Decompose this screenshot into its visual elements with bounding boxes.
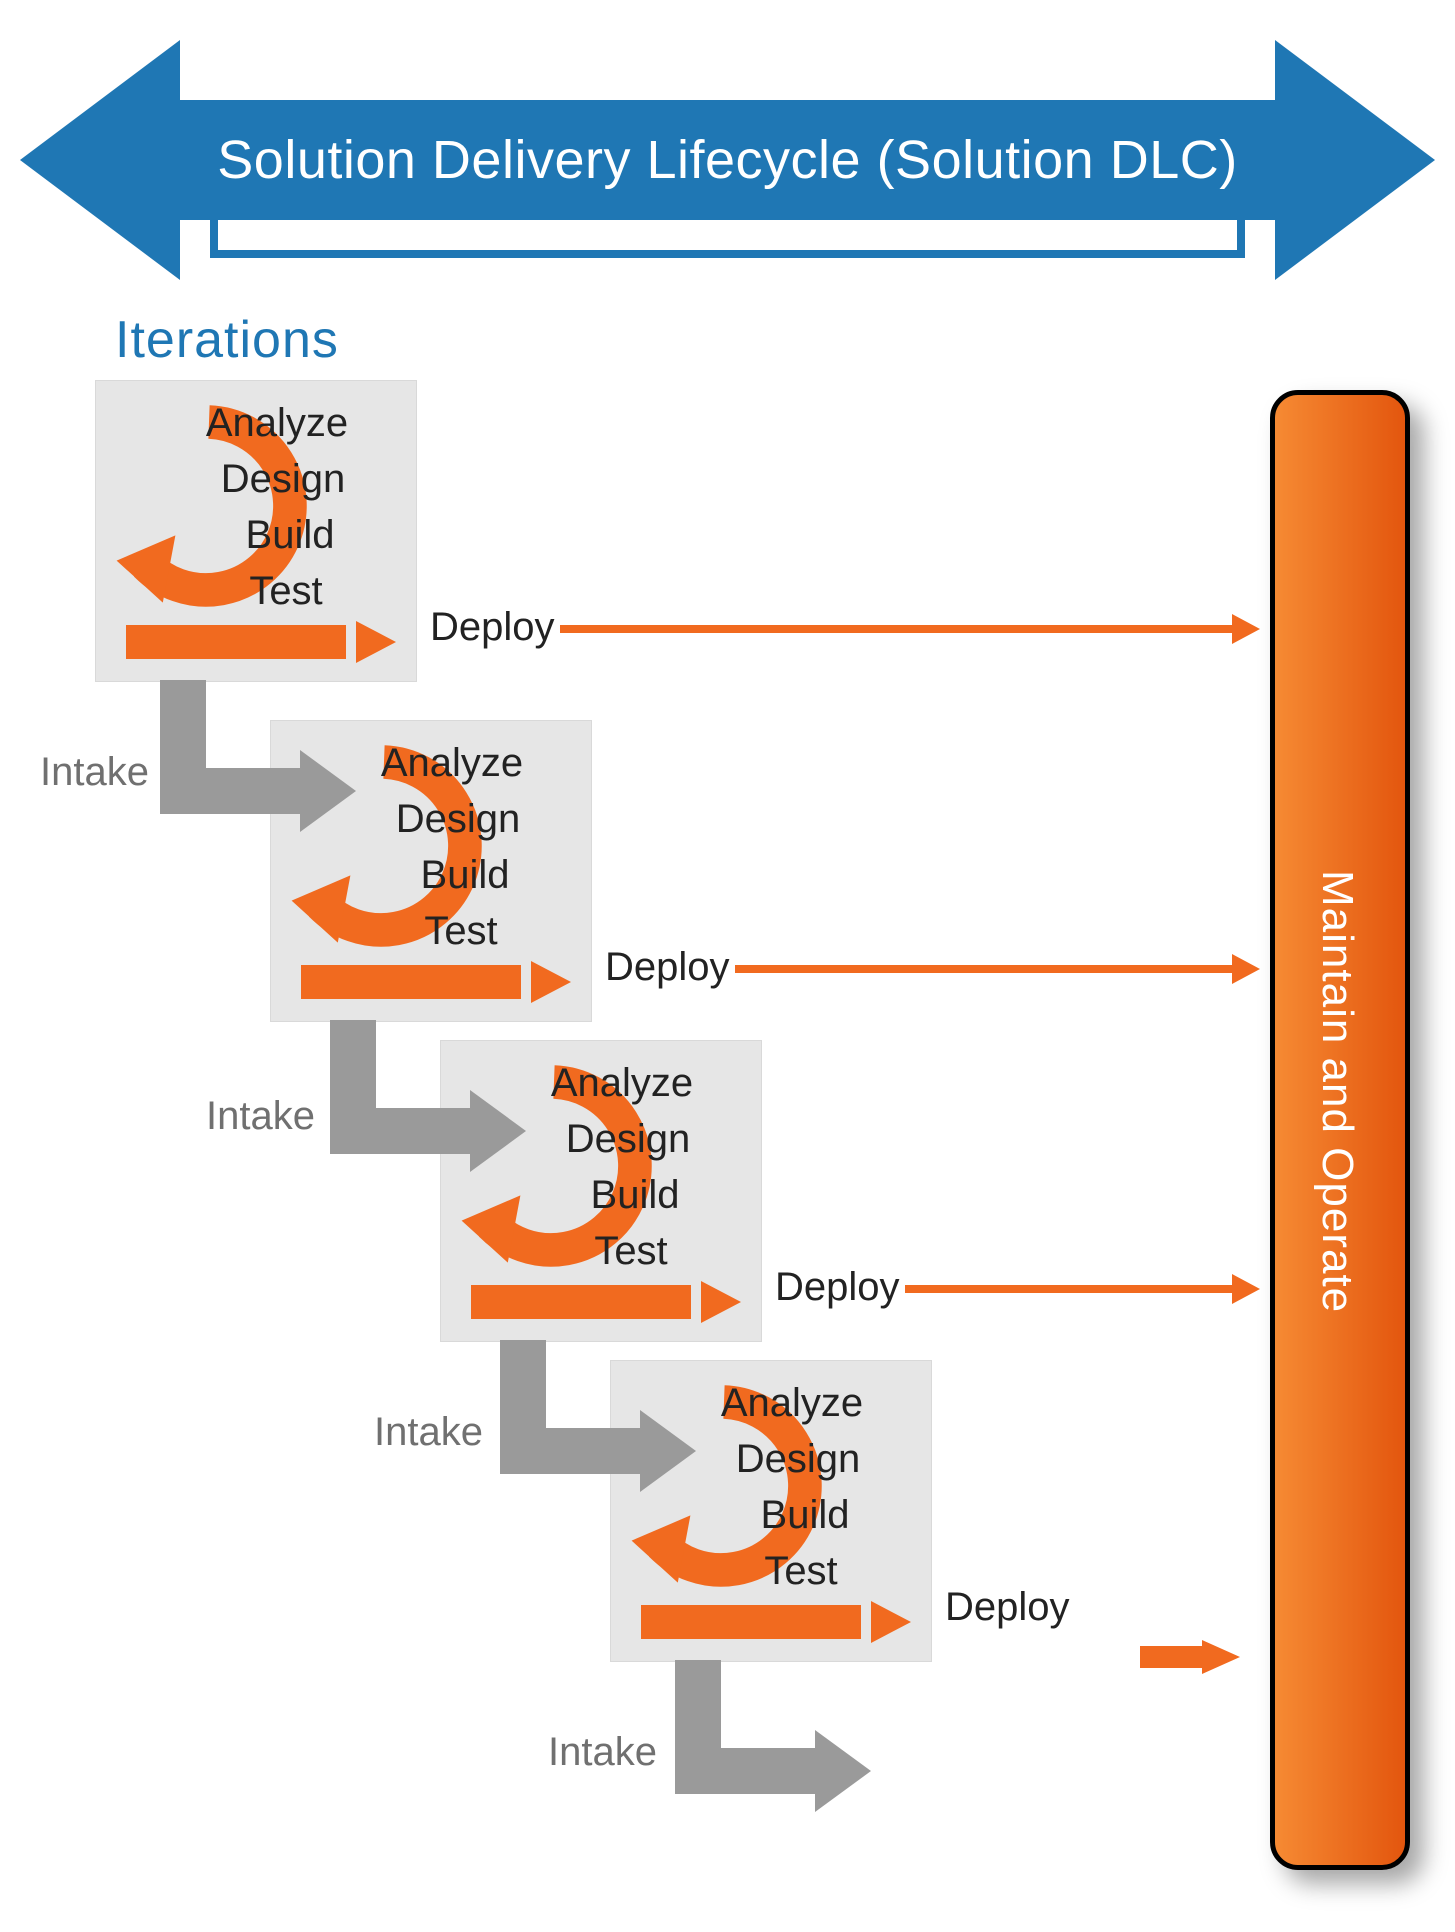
- step-analyze: Analyze: [693, 1375, 891, 1431]
- iteration-steps: Analyze Design Build Test: [711, 1375, 891, 1599]
- iteration-card: Analyze Design Build Test: [95, 380, 417, 682]
- step-build: Build: [204, 507, 376, 563]
- intake-label: Intake: [40, 750, 149, 795]
- intake-arrow-icon: [675, 1660, 875, 1830]
- iterations-heading: Iterations: [115, 310, 339, 370]
- intake-arrow-icon: [500, 1340, 700, 1510]
- intake-label: Intake: [206, 1094, 315, 1139]
- test-arrow-icon: [301, 961, 571, 1003]
- deploy-label: Deploy: [775, 1265, 900, 1310]
- step-design: Design: [365, 791, 551, 847]
- deploy-arrow-icon: [560, 614, 1260, 644]
- step-test: Test: [371, 903, 551, 959]
- step-analyze: Analyze: [523, 1055, 721, 1111]
- banner-title: Solution Delivery Lifecycle (Solution DL…: [170, 100, 1285, 220]
- test-arrow-icon: [641, 1601, 911, 1643]
- deploy-label: Deploy: [430, 605, 555, 650]
- intake-label: Intake: [548, 1730, 657, 1775]
- banner-arrow-right-icon: [1275, 40, 1435, 280]
- step-design: Design: [705, 1431, 891, 1487]
- intake-arrow-icon: [330, 1020, 530, 1190]
- step-build: Build: [719, 1487, 891, 1543]
- step-test: Test: [541, 1223, 721, 1279]
- title-banner: Solution Delivery Lifecycle (Solution DL…: [20, 40, 1435, 290]
- deploy-arrow-icon: [735, 954, 1260, 984]
- deploy-label: Deploy: [945, 1585, 1070, 1630]
- step-build: Build: [379, 847, 551, 903]
- test-arrow-icon: [471, 1281, 741, 1323]
- deploy-label: Deploy: [605, 945, 730, 990]
- banner-arrow-left-icon: [20, 40, 180, 280]
- step-analyze: Analyze: [178, 395, 376, 451]
- intake-arrow-icon: [160, 680, 360, 850]
- step-design: Design: [535, 1111, 721, 1167]
- test-arrow-icon: [126, 621, 396, 663]
- iteration-steps: Analyze Design Build Test: [371, 735, 551, 959]
- step-test: Test: [196, 563, 376, 619]
- step-analyze: Analyze: [353, 735, 551, 791]
- iteration-steps: Analyze Design Build Test: [541, 1055, 721, 1279]
- banner-tail: [210, 220, 1245, 258]
- step-design: Design: [190, 451, 376, 507]
- step-test: Test: [711, 1543, 891, 1599]
- intake-label: Intake: [374, 1410, 483, 1455]
- maintain-operate-label: Maintain and Operate: [1312, 870, 1362, 1313]
- deploy-arrow-icon: [1140, 1640, 1240, 1670]
- iteration-steps: Analyze Design Build Test: [196, 395, 376, 619]
- diagram-root: Solution Delivery Lifecycle (Solution DL…: [0, 0, 1455, 1932]
- step-build: Build: [549, 1167, 721, 1223]
- deploy-arrow-icon: [905, 1274, 1260, 1304]
